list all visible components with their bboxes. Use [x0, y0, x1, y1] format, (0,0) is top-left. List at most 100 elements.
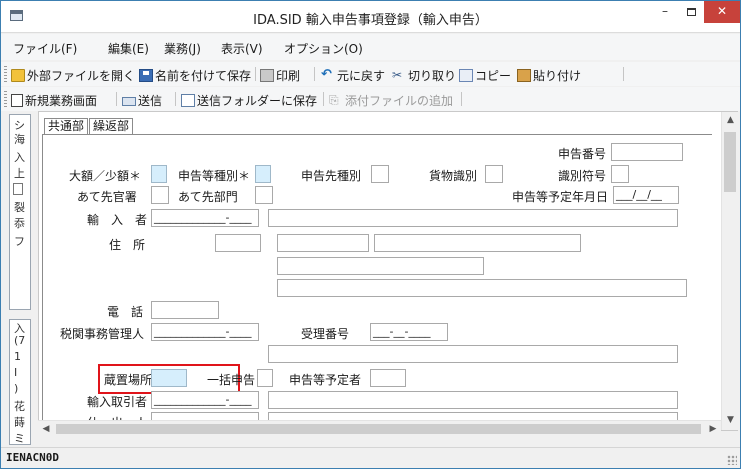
tree-item[interactable]: ミ [14, 430, 25, 446]
send-button[interactable]: 送信 [122, 91, 162, 109]
scroll-right-icon[interactable]: ▶ [705, 421, 721, 438]
add-attachment-button[interactable]: ⎘ 添付ファイルの追加 [329, 91, 453, 109]
address-field-2[interactable] [374, 234, 581, 252]
tree-item[interactable]: 上 [14, 165, 25, 181]
cut-button[interactable]: ✂ 切り取り [392, 66, 456, 84]
toolbar-separator [255, 67, 256, 81]
close-button[interactable]: ✕ [704, 1, 740, 23]
destination-type-label: 申告先種別 [301, 169, 362, 183]
status-screen-id: IENACN0D [6, 451, 59, 464]
tree-item[interactable]: I [14, 366, 17, 379]
vertical-scrollbar[interactable]: ▲ ▼ [721, 112, 738, 430]
maximize-icon [686, 7, 696, 16]
tree-item[interactable]: ) [14, 382, 18, 395]
tree-item[interactable]: 忝 [14, 215, 25, 231]
paste-icon [517, 68, 531, 82]
business-tree-secondary[interactable]: 入 (7 1 I ) 花 蒔 ミ [9, 319, 31, 445]
send-icon [122, 96, 136, 106]
planned-declarant-label: 申告等予定者 [289, 373, 362, 387]
phone-field[interactable] [151, 301, 219, 319]
save-as-button[interactable]: 名前を付けて保存 [139, 66, 251, 84]
toolbar-grip[interactable] [4, 91, 7, 107]
tree-checkbox[interactable] [13, 183, 23, 195]
import-trader-code-field[interactable]: _____________-____ [151, 391, 259, 409]
declaration-type-field[interactable] [255, 165, 271, 183]
tab-common[interactable]: 共通部 [44, 118, 89, 134]
scroll-up-icon[interactable]: ▲ [722, 112, 739, 128]
address-field-3[interactable] [277, 257, 484, 275]
toolbar-grip[interactable] [4, 66, 7, 82]
scroll-left-icon[interactable]: ◀ [38, 421, 54, 438]
paperclip-icon: ⎘ [329, 92, 339, 107]
address-field-4[interactable] [277, 279, 687, 297]
tree-item[interactable]: (7 [14, 334, 25, 347]
new-screen-button[interactable]: 新規業務画面 [11, 91, 97, 109]
menu-bar: ファイル(F) 編集(E) 業務(J) 表示(V) オプション(O) [1, 34, 740, 60]
category-label: 大額／少額＊ [69, 169, 142, 183]
tree-item[interactable]: フ [14, 233, 25, 249]
phone-label: 電 話 [107, 305, 144, 319]
form-area: 共通部 繰返部 申告番号 大額／少額＊ 申告等種別＊ 申告先種別 貨物識別 識別… [38, 111, 738, 431]
copy-icon [459, 68, 473, 82]
printer-icon [260, 68, 274, 82]
horizontal-scrollbar[interactable]: ◀ ▶ [38, 420, 721, 437]
business-tree[interactable]: シ 海 入 上 裂 忝 フ [9, 114, 31, 310]
tree-item[interactable]: 入 [14, 149, 25, 165]
standard-toolbar: 外部ファイルを開く 名前を付けて保存 印刷 ↶ 元に戻す ✂ 切り取り コピー … [1, 62, 740, 86]
minimize-button[interactable]: – [652, 1, 678, 23]
cargo-id-label: 貨物識別 [429, 169, 478, 183]
destination-type-field[interactable] [371, 165, 389, 183]
tab-repeat[interactable]: 繰返部 [89, 118, 134, 134]
department-field[interactable] [255, 186, 273, 204]
copy-button[interactable]: コピー [459, 66, 511, 84]
id-mark-field[interactable] [611, 165, 629, 183]
office-field[interactable] [151, 186, 169, 204]
undo-button[interactable]: ↶ 元に戻す [321, 66, 385, 84]
receipt-number-field[interactable]: ___-__-____ [370, 323, 448, 341]
toolbar-separator [175, 92, 176, 106]
customs-agent-label: 税関事務管理人 [60, 327, 145, 341]
paste-button[interactable]: 貼り付け [517, 66, 581, 84]
menu-options[interactable]: オプション(O) [284, 40, 363, 57]
undo-icon: ↶ [321, 66, 332, 82]
business-toolbar: 新規業務画面 送信 送信フォルダーに保存 ⎘ 添付ファイルの追加 [1, 87, 740, 111]
planned-date-field[interactable]: ___/__/__ [613, 186, 679, 204]
import-trader-label: 輸入取引者 [87, 395, 148, 409]
cargo-id-field[interactable] [485, 165, 503, 183]
open-external-file-button[interactable]: 外部ファイルを開く [11, 66, 135, 84]
toolbar-separator [314, 67, 315, 81]
planned-declarant-field[interactable] [370, 369, 406, 387]
tree-item[interactable]: 花 [14, 398, 25, 414]
menu-view[interactable]: 表示(V) [221, 40, 263, 57]
horizontal-scroll-thumb[interactable] [56, 424, 701, 434]
new-document-icon [11, 93, 23, 107]
receipt-number-label: 受理番号 [301, 327, 350, 341]
importer-code-field[interactable]: _____________-____ [151, 209, 259, 227]
maximize-button[interactable] [678, 1, 704, 23]
customs-agent-name-field[interactable] [268, 345, 678, 363]
bulk-declaration-field[interactable] [257, 369, 273, 387]
vertical-scroll-thumb[interactable] [724, 132, 736, 192]
import-trader-name-field[interactable] [268, 391, 678, 409]
declaration-number-field[interactable] [611, 143, 683, 161]
print-button[interactable]: 印刷 [260, 66, 300, 84]
resize-grip-icon[interactable] [727, 455, 737, 465]
customs-agent-field[interactable]: _____________-____ [151, 323, 259, 341]
tree-item[interactable]: 1 [14, 350, 21, 363]
tree-item[interactable]: 裂 [14, 199, 25, 215]
importer-name-field[interactable] [268, 209, 678, 227]
postal-code-field[interactable] [215, 234, 261, 252]
category-field[interactable] [151, 165, 167, 183]
declaration-number-label: 申告番号 [558, 147, 607, 161]
status-bar: IENACN0D [1, 447, 740, 468]
tree-item[interactable]: 蒔 [14, 414, 25, 430]
save-to-send-folder-button[interactable]: 送信フォルダーに保存 [181, 91, 317, 109]
address-field-1[interactable] [277, 234, 369, 252]
bulk-declaration-label: 一括申告 [207, 373, 256, 387]
tree-item[interactable]: 海 [14, 131, 25, 147]
menu-business[interactable]: 業務(J) [164, 40, 201, 57]
menu-edit[interactable]: 編集(E) [108, 40, 149, 57]
tab-strip: 共通部 繰返部 [44, 118, 134, 134]
menu-file[interactable]: ファイル(F) [13, 40, 77, 57]
scroll-down-icon[interactable]: ▼ [722, 412, 739, 428]
